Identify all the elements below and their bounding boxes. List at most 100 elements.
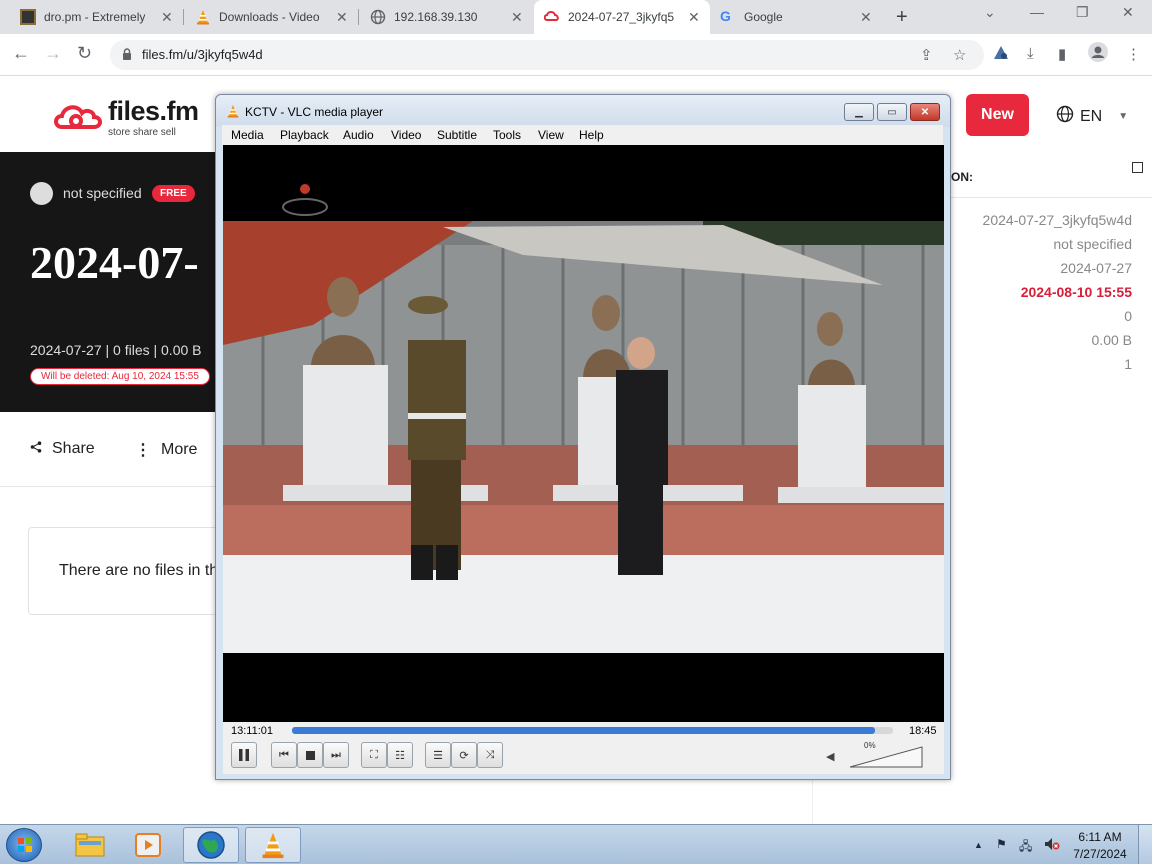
restore-icon[interactable]: ❐ <box>1076 4 1089 21</box>
close-tab-icon[interactable]: ✕ <box>161 9 173 26</box>
pause-icon <box>239 749 249 761</box>
info-file-count: 0 <box>1124 308 1132 324</box>
media-player-icon <box>135 833 161 857</box>
more-label: More <box>161 441 198 458</box>
back-arrow-icon[interactable]: ← <box>12 43 30 64</box>
vlc-controls: 13:11:01 18:45 ⏮ ⏭ ⛶ ☷ ☰ ⟳ ⤨ ◀ 0% <box>223 722 944 774</box>
extension-icon[interactable] <box>993 45 1009 65</box>
tab-title: Downloads - Video <box>219 10 320 24</box>
tab-downloads[interactable]: Downloads - Video ✕ <box>175 0 359 34</box>
bookmark-star-icon[interactable]: ☆ <box>953 46 966 64</box>
close-tab-icon[interactable]: ✕ <box>688 9 700 26</box>
taskbar-media-player[interactable] <box>120 827 176 863</box>
vlc-minimize-icon[interactable]: ▁ <box>844 103 874 121</box>
vlc-window[interactable]: KCTV - VLC media player ▁ ▭ ✕ Media Play… <box>215 94 951 780</box>
close-tab-icon[interactable]: ✕ <box>511 9 523 26</box>
new-tab-icon[interactable]: + <box>896 6 908 29</box>
fullscreen-button[interactable]: ⛶ <box>361 742 387 768</box>
url-text: files.fm/u/3jkyfq5w4d <box>142 47 263 62</box>
avatar <box>30 182 53 205</box>
info-folder-name: 2024-07-27_3jkyfq5w4d <box>982 212 1132 228</box>
menu-help[interactable]: Help <box>579 128 604 142</box>
menu-view[interactable]: View <box>538 128 564 142</box>
tab-dro[interactable]: dro.pm - Extremely ✕ <box>0 0 184 34</box>
pause-button[interactable] <box>231 742 257 768</box>
loop-button[interactable]: ⟳ <box>451 742 477 768</box>
video-frame[interactable] <box>223 145 944 722</box>
vlc-titlebar[interactable]: KCTV - VLC media player ▁ ▭ ✕ <box>216 95 950 127</box>
chrome-menu-icon[interactable]: ⋮ <box>1126 45 1141 63</box>
system-clock[interactable]: 6:11 AM 7/27/2024 <box>1068 829 1132 863</box>
vlc-close-icon[interactable]: ✕ <box>910 103 940 121</box>
playlist-button[interactable]: ☰ <box>425 742 451 768</box>
info-size: 0.00 B <box>1091 332 1132 348</box>
next-button[interactable]: ⏭ <box>323 742 349 768</box>
loop-icon: ⟳ <box>459 749 469 762</box>
menu-video[interactable]: Video <box>391 128 421 142</box>
show-desktop-button[interactable] <box>1138 825 1152 864</box>
taskbar-browser[interactable] <box>183 827 239 863</box>
browser-toolbar: ← → ↻ files.fm/u/3jkyfq5w4d ⇪ ☆ ⤓ ▮ ⋮ <box>0 34 1152 76</box>
language-selector[interactable]: EN ▼ <box>1056 105 1128 128</box>
tray-expand-icon[interactable]: ▲ <box>974 840 983 850</box>
tab-filesfm[interactable]: 2024-07-27_3jkyfq5 ✕ <box>534 0 710 34</box>
menu-playback[interactable]: Playback <box>280 128 329 142</box>
share-button[interactable]: Share <box>30 440 95 458</box>
start-button[interactable] <box>6 828 42 862</box>
vlc-maximize-icon[interactable]: ▭ <box>877 103 907 121</box>
owner-name: not specified <box>63 185 142 201</box>
side-panel-icon[interactable]: ▮ <box>1058 45 1066 63</box>
address-bar[interactable]: files.fm/u/3jkyfq5w4d ⇪ ☆ <box>110 40 984 70</box>
minimize-icon[interactable]: — <box>1030 4 1044 20</box>
taskbar-vlc[interactable] <box>245 827 301 863</box>
close-tab-icon[interactable]: ✕ <box>860 9 872 26</box>
page-title: 2024-07- <box>30 237 199 288</box>
delete-notice-badge: Will be deleted: Aug 10, 2024 15:55 <box>30 368 210 385</box>
profile-avatar-icon[interactable] <box>1088 42 1108 66</box>
reload-icon[interactable]: ↻ <box>77 43 92 64</box>
tab-title: 192.168.39.130 <box>394 10 478 24</box>
forward-arrow-icon[interactable]: → <box>44 43 62 64</box>
free-badge: FREE <box>152 185 195 202</box>
menu-tools[interactable]: Tools <box>493 128 521 142</box>
menu-media[interactable]: Media <box>231 128 264 142</box>
equalizer-icon: ☷ <box>395 749 405 762</box>
close-tab-icon[interactable]: ✕ <box>336 9 348 26</box>
skip-back-icon: ⏮ <box>279 748 289 761</box>
filesfm-logo-icon <box>543 9 560 25</box>
seek-bar-fill <box>292 727 875 734</box>
share-icon <box>30 440 42 458</box>
shuffle-button[interactable]: ⤨ <box>477 742 503 768</box>
new-button[interactable]: New <box>966 94 1029 136</box>
close-window-icon[interactable]: ✕ <box>1122 4 1134 21</box>
share-page-icon[interactable]: ⇪ <box>920 46 933 64</box>
previous-button[interactable]: ⏮ <box>271 742 297 768</box>
action-center-flag-icon[interactable]: ⚑ <box>996 837 1007 851</box>
info-expires: 2024-08-10 15:55 <box>1020 284 1132 300</box>
tab-search-chevron-icon[interactable]: ⌄ <box>984 4 996 21</box>
panel-checkbox[interactable] <box>1132 162 1143 173</box>
volume-muted-icon[interactable] <box>1044 837 1060 854</box>
shuffle-icon: ⤨ <box>485 748 495 761</box>
menu-audio[interactable]: Audio <box>343 128 374 142</box>
download-icon[interactable]: ⤓ <box>1027 45 1034 62</box>
google-g-icon: G <box>720 8 731 24</box>
seek-bar[interactable] <box>292 727 893 734</box>
menu-subtitle[interactable]: Subtitle <box>437 128 477 142</box>
more-button[interactable]: ⋮ More <box>135 440 197 460</box>
filesfm-logo[interactable]: files.fm store share sell <box>52 96 202 139</box>
remaining-time: 18:45 <box>909 725 937 737</box>
volume-slider[interactable] <box>848 745 924 769</box>
stop-button[interactable] <box>297 742 323 768</box>
tab-google[interactable]: G Google ✕ <box>710 0 886 34</box>
filesfm-cloud-icon <box>52 100 104 139</box>
vlc-window-title: KCTV - VLC media player <box>245 105 384 119</box>
tab-ip[interactable]: 192.168.39.130 ✕ <box>350 0 534 34</box>
extended-settings-button[interactable]: ☷ <box>387 742 413 768</box>
speaker-icon[interactable]: ◀ <box>826 750 834 763</box>
fullscreen-icon: ⛶ <box>370 748 378 761</box>
taskbar-explorer[interactable] <box>62 827 118 863</box>
stop-icon <box>305 750 315 760</box>
language-label: EN <box>1080 107 1103 125</box>
network-icon[interactable]: 🖧 <box>1019 837 1032 858</box>
